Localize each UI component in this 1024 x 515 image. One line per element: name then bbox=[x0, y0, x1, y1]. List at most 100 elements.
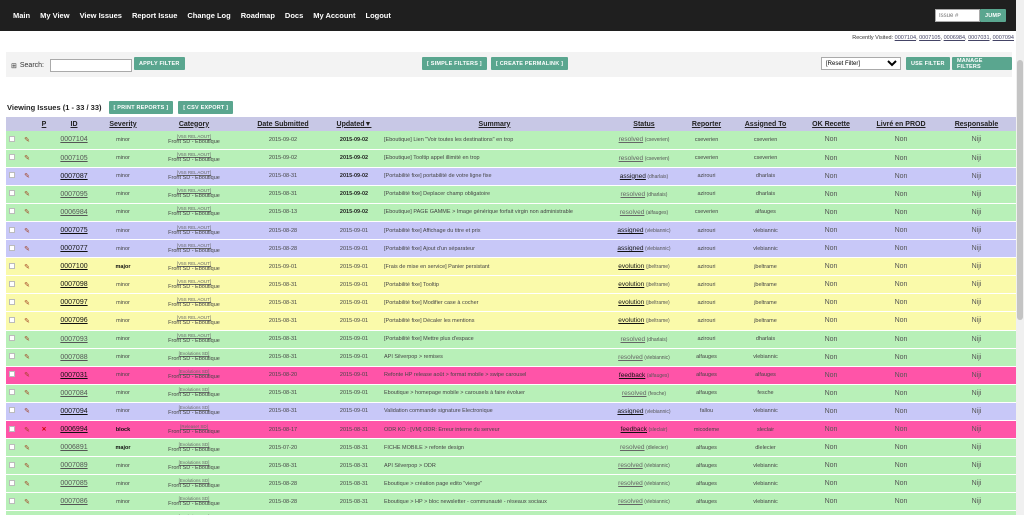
issue-id-link[interactable]: 0007105 bbox=[60, 155, 87, 162]
jump-button[interactable]: JUMP bbox=[980, 9, 1007, 22]
issue-id-link[interactable]: 0007093 bbox=[60, 336, 87, 343]
edit-pencil-icon[interactable]: ✎ bbox=[18, 149, 36, 168]
create-permalink-button[interactable]: [ CREATE PERMALINK ] bbox=[491, 57, 569, 70]
recent-link[interactable]: 0007104 bbox=[895, 35, 916, 41]
recent-link[interactable]: 0007105 bbox=[919, 35, 940, 41]
issue-id-link[interactable]: 0007088 bbox=[60, 354, 87, 361]
issue-id-link[interactable]: 0006984 bbox=[60, 209, 87, 216]
scrollbar-thumb[interactable] bbox=[1017, 60, 1023, 320]
col-status[interactable]: Status bbox=[609, 117, 679, 131]
edit-pencil-icon[interactable]: ✎ bbox=[18, 239, 36, 259]
menu-my-view[interactable]: My View bbox=[40, 11, 69, 20]
col-assigned-to[interactable]: Assigned To bbox=[734, 117, 797, 131]
edit-pencil-icon[interactable]: ✎ bbox=[18, 185, 36, 204]
menu-my-account[interactable]: My Account bbox=[313, 11, 355, 20]
issue-id-link[interactable]: 0006891 bbox=[60, 444, 87, 451]
col-summary[interactable]: Summary bbox=[380, 117, 609, 131]
row-checkbox[interactable] bbox=[6, 402, 18, 422]
issue-id-link[interactable]: 0007031 bbox=[60, 372, 87, 379]
menu-logout[interactable]: Logout bbox=[365, 11, 390, 20]
col-responsable[interactable]: Responsable bbox=[937, 117, 1016, 131]
issue-id-link[interactable]: 0007095 bbox=[60, 191, 87, 198]
edit-pencil-icon[interactable]: ✎ bbox=[18, 402, 36, 422]
row-checkbox[interactable] bbox=[6, 366, 18, 385]
edit-pencil-icon[interactable]: ✎ bbox=[18, 474, 36, 494]
row-checkbox[interactable] bbox=[6, 438, 18, 458]
expand-icon[interactable]: ⊞ bbox=[11, 62, 17, 70]
row-checkbox[interactable] bbox=[6, 348, 18, 367]
issue-id-link[interactable]: 0007100 bbox=[60, 263, 87, 270]
col-updated[interactable]: Updated▼ bbox=[328, 117, 380, 131]
menu-report-issue[interactable]: Report Issue bbox=[132, 11, 177, 20]
issue-id-link[interactable]: 0007104 bbox=[60, 136, 87, 143]
issue-id-link[interactable]: 0007087 bbox=[60, 173, 87, 180]
row-checkbox[interactable] bbox=[6, 167, 18, 186]
edit-pencil-icon[interactable]: ✎ bbox=[18, 311, 36, 331]
row-checkbox[interactable] bbox=[6, 492, 18, 512]
issue-id-link[interactable]: 0007089 bbox=[60, 462, 87, 469]
simple-filters-button[interactable]: [ SIMPLE FILTERS ] bbox=[422, 57, 487, 70]
edit-pencil-icon[interactable]: ✎ bbox=[18, 167, 36, 186]
row-checkbox[interactable] bbox=[6, 293, 18, 313]
edit-pencil-icon[interactable]: ✎ bbox=[18, 275, 36, 295]
edit-pencil-icon[interactable]: ✎ bbox=[18, 510, 36, 515]
search-input[interactable] bbox=[50, 59, 132, 72]
issue-id-link[interactable]: 0006994 bbox=[60, 426, 87, 433]
row-checkbox[interactable] bbox=[6, 474, 18, 494]
col-id[interactable]: ID bbox=[52, 117, 96, 131]
edit-pencil-icon[interactable]: ✎ bbox=[18, 348, 36, 367]
recent-link[interactable]: 0007031 bbox=[968, 35, 989, 41]
col-category[interactable]: Category bbox=[150, 117, 238, 131]
col-date-submitted[interactable]: Date Submitted bbox=[238, 117, 328, 131]
menu-roadmap[interactable]: Roadmap bbox=[241, 11, 275, 20]
edit-pencil-icon[interactable]: ✎ bbox=[18, 456, 36, 476]
row-checkbox[interactable] bbox=[6, 257, 18, 277]
edit-pencil-icon[interactable]: ✎ bbox=[18, 131, 36, 150]
menu-main[interactable]: Main bbox=[13, 11, 30, 20]
row-checkbox[interactable] bbox=[6, 185, 18, 204]
row-checkbox[interactable] bbox=[6, 149, 18, 168]
edit-pencil-icon[interactable]: ✎ bbox=[18, 420, 36, 440]
row-checkbox[interactable] bbox=[6, 239, 18, 259]
menu-view-issues[interactable]: View Issues bbox=[80, 11, 122, 20]
issue-id-link[interactable]: 0007077 bbox=[60, 245, 87, 252]
issue-id-link[interactable]: 0007097 bbox=[60, 299, 87, 306]
edit-pencil-icon[interactable]: ✎ bbox=[18, 203, 36, 222]
col-reporter[interactable]: Reporter bbox=[679, 117, 734, 131]
col-ok-recette[interactable]: OK Recette bbox=[797, 117, 865, 131]
edit-pencil-icon[interactable]: ✎ bbox=[18, 257, 36, 277]
edit-pencil-icon[interactable]: ✎ bbox=[18, 293, 36, 313]
menu-change-log[interactable]: Change Log bbox=[187, 11, 230, 20]
row-checkbox[interactable] bbox=[6, 131, 18, 150]
edit-pencil-icon[interactable]: ✎ bbox=[18, 438, 36, 458]
issue-number-input[interactable] bbox=[935, 9, 980, 22]
col-severity[interactable]: Severity bbox=[96, 117, 150, 131]
print-reports-button[interactable]: [ PRINT REPORTS ] bbox=[108, 101, 174, 114]
edit-pencil-icon[interactable]: ✎ bbox=[18, 384, 36, 403]
scrollbar[interactable] bbox=[1016, 0, 1024, 515]
col-priority[interactable]: P bbox=[36, 117, 52, 131]
row-checkbox[interactable] bbox=[6, 203, 18, 222]
saved-filter-select[interactable]: [Reset Filter] bbox=[821, 57, 901, 70]
edit-pencil-icon[interactable]: ✎ bbox=[18, 492, 36, 512]
edit-pencil-icon[interactable]: ✎ bbox=[18, 330, 36, 349]
issue-id-link[interactable]: 0007098 bbox=[60, 281, 87, 288]
manage-filters-button[interactable]: MANAGE FILTERS bbox=[952, 57, 1012, 70]
row-checkbox[interactable] bbox=[6, 384, 18, 403]
row-checkbox[interactable] bbox=[6, 420, 18, 440]
use-filter-button[interactable]: USE FILTER bbox=[906, 57, 950, 70]
recent-link[interactable]: 0006984 bbox=[944, 35, 965, 41]
col-livre-en-prod[interactable]: Livré en PROD bbox=[865, 117, 937, 131]
issue-id-link[interactable]: 0007086 bbox=[60, 498, 87, 505]
issue-id-link[interactable]: 0007085 bbox=[60, 480, 87, 487]
issue-id-link[interactable]: 0007094 bbox=[60, 408, 87, 415]
issue-id-link[interactable]: 0007096 bbox=[60, 317, 87, 324]
recent-link[interactable]: 0007094 bbox=[993, 35, 1014, 41]
row-checkbox[interactable] bbox=[6, 456, 18, 476]
edit-pencil-icon[interactable]: ✎ bbox=[18, 366, 36, 385]
menu-docs[interactable]: Docs bbox=[285, 11, 303, 20]
row-checkbox[interactable] bbox=[6, 275, 18, 295]
apply-filter-button[interactable]: APPLY FILTER bbox=[134, 57, 185, 70]
row-checkbox[interactable] bbox=[6, 330, 18, 349]
issue-id-link[interactable]: 0007075 bbox=[60, 227, 87, 234]
